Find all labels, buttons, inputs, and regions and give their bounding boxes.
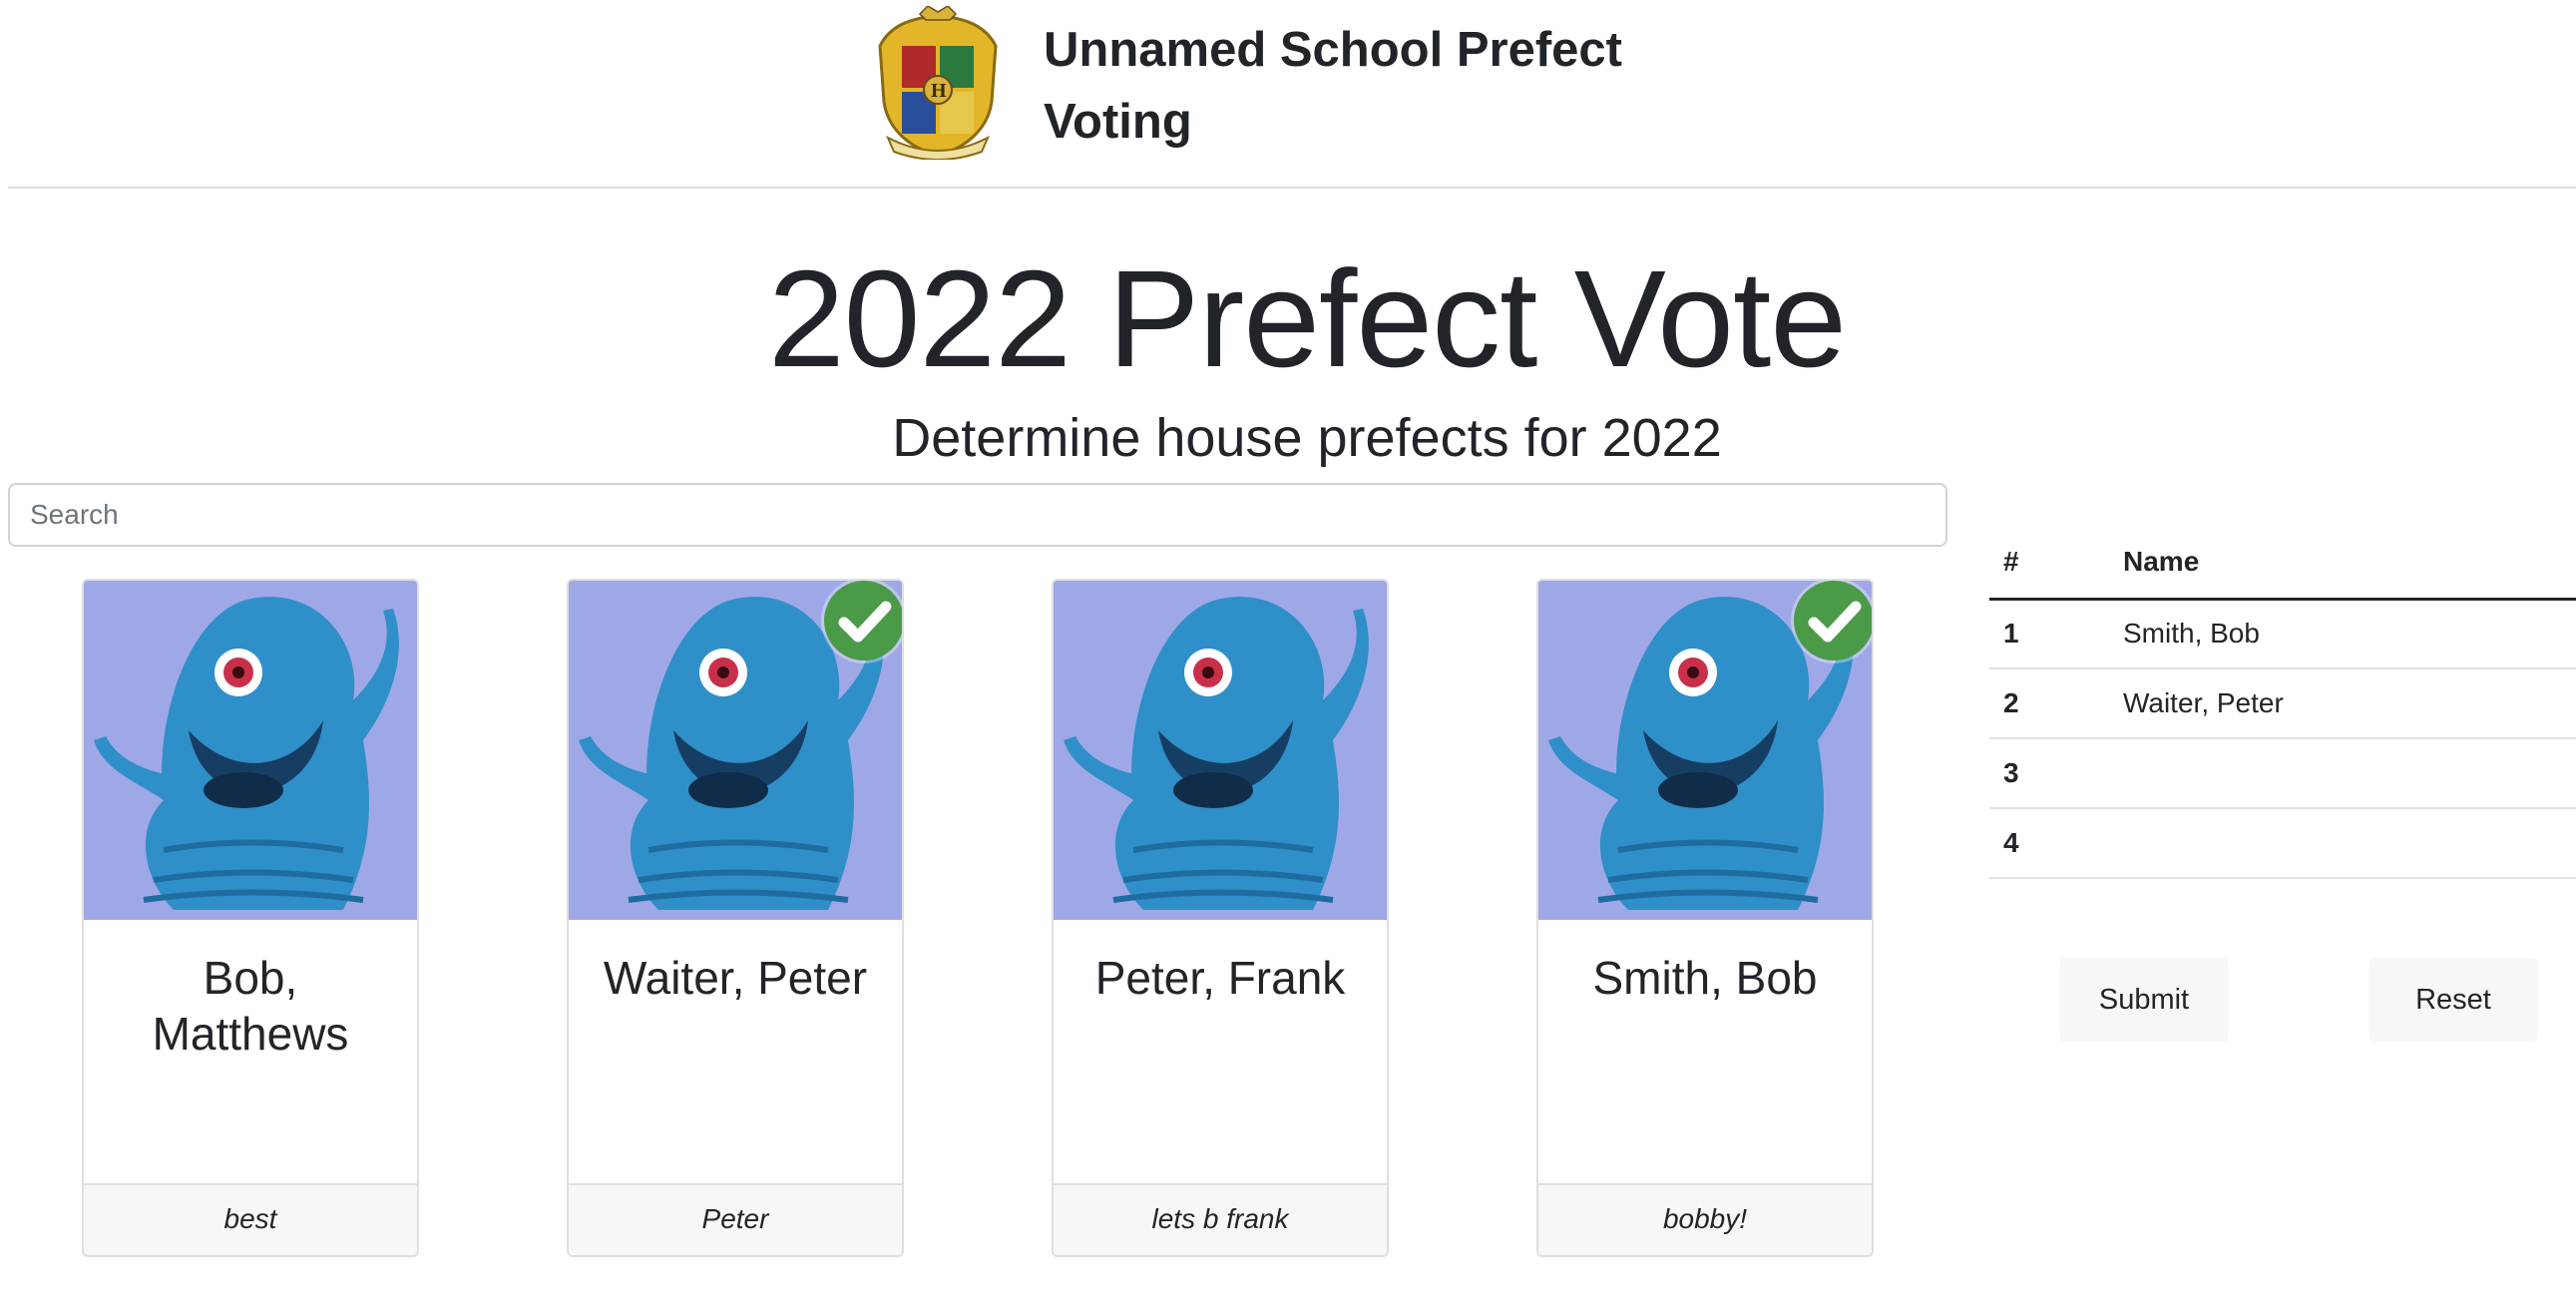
page-subtitle: Determine house prefects for 2022: [892, 408, 1722, 468]
candidate-name: Smith, Bob: [1592, 952, 1818, 1004]
rank-number: 4: [1989, 808, 2109, 879]
candidate-card[interactable]: Smith, Bob bobby!: [1536, 579, 1874, 1257]
selected-check-icon: [1794, 581, 1872, 660]
table-row: 3: [1989, 738, 2576, 809]
candidate-card[interactable]: Peter, Frank lets b frank: [1052, 579, 1389, 1257]
candidate-photo: [84, 581, 417, 920]
submit-button[interactable]: Submit: [2059, 958, 2229, 1042]
candidate-photo: [1054, 581, 1387, 920]
selected-check-icon: [824, 581, 902, 660]
candidate-card[interactable]: Waiter, Peter Peter: [567, 579, 904, 1257]
candidate-tagline: Peter: [569, 1183, 902, 1255]
reset-button[interactable]: Reset: [2368, 958, 2538, 1042]
rank-number: 3: [1989, 738, 2109, 809]
svg-text:H: H: [931, 80, 947, 102]
candidate-tagline: bobby!: [1538, 1183, 1872, 1255]
candidate-name: Peter, Frank: [1094, 952, 1346, 1004]
candidate-card[interactable]: Bob, Matthews best: [82, 579, 419, 1257]
rank-candidate-name: Smith, Bob: [2109, 599, 2576, 669]
column-header-rank: #: [1989, 527, 2109, 601]
column-header-name: Name: [2109, 527, 2576, 601]
site-header: H Unnamed School Prefect Voting: [0, 0, 2576, 189]
candidate-photo-frame: [1054, 581, 1387, 920]
school-crest-logo: H: [878, 6, 998, 160]
ranking-table: # Name 1 Smith, Bob 2 Waiter, Peter 3 4: [1989, 527, 2576, 879]
candidate-tagline: best: [84, 1183, 417, 1255]
rank-number: 1: [1989, 599, 2109, 669]
search-input[interactable]: [8, 483, 1947, 547]
rank-number: 2: [1989, 668, 2109, 739]
candidate-name: Bob, Matthews: [152, 952, 349, 1060]
header-divider: [8, 187, 2576, 189]
site-title: Unnamed School Prefect Voting: [1044, 23, 1622, 149]
rank-candidate-name: [2109, 738, 2576, 809]
rank-candidate-name: Waiter, Peter: [2109, 668, 2576, 739]
table-row: 1 Smith, Bob: [1989, 599, 2576, 669]
candidate-name: Waiter, Peter: [603, 952, 868, 1004]
table-row: 2 Waiter, Peter: [1989, 668, 2576, 739]
rank-candidate-name: [2109, 808, 2576, 879]
table-header-row: # Name: [1989, 527, 2576, 601]
candidate-photo-frame: [84, 581, 417, 920]
candidate-tagline: lets b frank: [1054, 1183, 1387, 1255]
page-title: 2022 Prefect Vote: [767, 242, 1847, 396]
table-row: 4: [1989, 808, 2576, 879]
